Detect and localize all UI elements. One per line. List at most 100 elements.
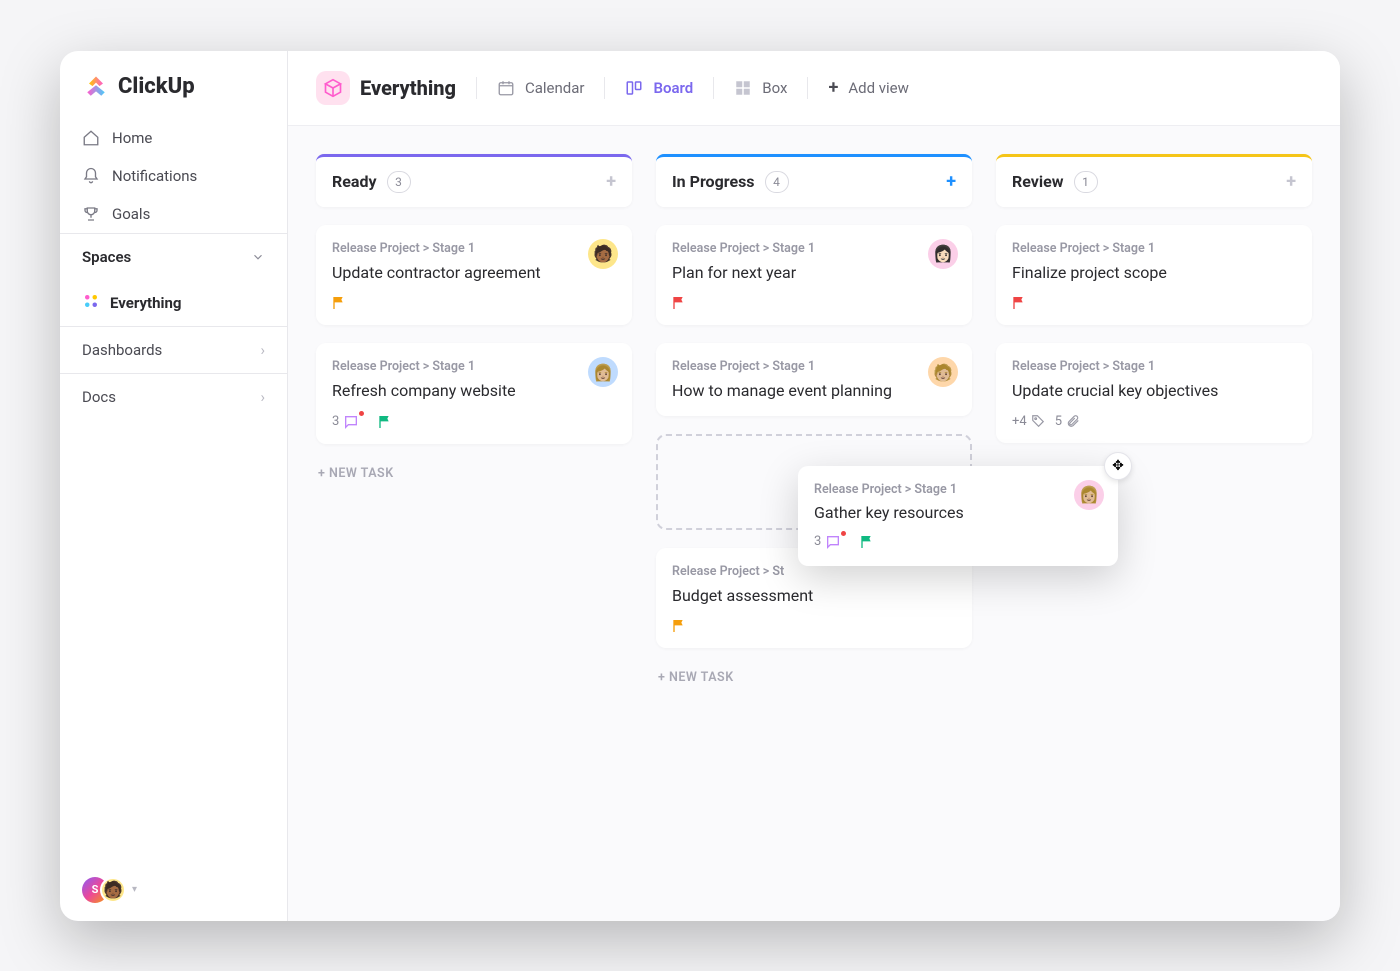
- nav-goals[interactable]: Goals: [60, 195, 287, 233]
- sidebar-item-label: Docs: [82, 388, 116, 406]
- task-card[interactable]: Release Project > Stage 1 Refresh compan…: [316, 343, 632, 444]
- column-ready: Ready 3 + Release Project > Stage 1 Upda…: [316, 154, 632, 893]
- flag-icon: [860, 534, 876, 550]
- topbar: Everything Calendar Board Box + Add view: [288, 51, 1340, 126]
- separator: [713, 77, 714, 99]
- sidebar-item-dashboards[interactable]: Dashboards ›: [60, 326, 287, 373]
- unread-dot: [359, 411, 364, 416]
- assignee-avatar[interactable]: 🧑🏼: [928, 357, 958, 387]
- box-icon: [734, 79, 752, 97]
- tab-label: Board: [653, 79, 693, 97]
- nav-label: Home: [112, 129, 152, 147]
- nav-label: Goals: [112, 205, 150, 223]
- attachments-count[interactable]: 5: [1055, 414, 1080, 429]
- column-count: 4: [765, 171, 789, 193]
- add-card-button[interactable]: +: [606, 171, 616, 192]
- nav-notifications[interactable]: Notifications: [60, 157, 287, 195]
- comments-count[interactable]: 3: [814, 534, 850, 550]
- view-title[interactable]: Everything: [316, 67, 456, 109]
- trophy-icon: [82, 205, 100, 223]
- add-card-button[interactable]: +: [946, 171, 956, 192]
- flag-icon: [672, 618, 688, 634]
- column-title: Review: [1012, 172, 1064, 191]
- new-task-button[interactable]: + NEW TASK: [656, 666, 972, 689]
- flag-icon: [672, 295, 688, 311]
- dragging-card[interactable]: ✥ Release Project > Stage 1 Gather key r…: [798, 466, 1118, 566]
- tags-count[interactable]: +4: [1012, 414, 1045, 429]
- card-title: Refresh company website: [332, 380, 616, 402]
- card-title: How to manage event planning: [672, 380, 956, 402]
- bell-icon: [82, 167, 100, 185]
- column-header[interactable]: Review 1 +: [996, 154, 1312, 207]
- assignee-avatar[interactable]: 👩🏼: [588, 357, 618, 387]
- sidebar-item-everything[interactable]: Everything: [60, 280, 287, 326]
- brand-name: ClickUp: [118, 74, 195, 99]
- assignee-avatar[interactable]: 👩🏼: [1074, 480, 1104, 510]
- assignee-avatar[interactable]: 🧑🏾: [588, 239, 618, 269]
- card-title: Plan for next year: [672, 262, 956, 284]
- task-card[interactable]: Release Project > Stage 1 Finalize proje…: [996, 225, 1312, 326]
- new-task-button[interactable]: + NEW TASK: [316, 462, 632, 485]
- user-menu[interactable]: S 🧑🏾 ▾: [60, 859, 287, 921]
- calendar-icon: [497, 79, 515, 97]
- spaces-section: Spaces Everything: [60, 233, 287, 326]
- tab-label: Calendar: [525, 79, 585, 97]
- plus-icon: +: [828, 77, 838, 98]
- assignee-avatar[interactable]: 👩🏻: [928, 239, 958, 269]
- flag-icon: [378, 414, 394, 430]
- nav-label: Notifications: [112, 167, 197, 185]
- card-breadcrumb: Release Project > Stage 1: [332, 359, 616, 374]
- card-title: Finalize project scope: [1012, 262, 1296, 284]
- column-header[interactable]: In Progress 4 +: [656, 154, 972, 207]
- card-breadcrumb: Release Project > Stage 1: [1012, 241, 1296, 256]
- board: Ready 3 + Release Project > Stage 1 Upda…: [288, 126, 1340, 921]
- chevron-down-icon: [251, 250, 265, 264]
- tab-calendar[interactable]: Calendar: [497, 75, 585, 101]
- main: Everything Calendar Board Box + Add view: [288, 51, 1340, 921]
- logo[interactable]: ClickUp: [60, 51, 287, 119]
- card-title: Update crucial key objectives: [1012, 380, 1296, 402]
- user-avatar: 🧑🏾: [100, 877, 126, 903]
- tab-label: Box: [762, 79, 787, 97]
- task-card[interactable]: Release Project > Stage 1 Update crucial…: [996, 343, 1312, 443]
- comment-icon: [825, 534, 841, 550]
- card-breadcrumb: Release Project > Stage 1: [1012, 359, 1296, 374]
- tab-board[interactable]: Board: [625, 75, 693, 101]
- sidebar: ClickUp Home Notifications Goals Spaces …: [60, 51, 288, 921]
- card-title: Gather key resources: [814, 503, 1102, 522]
- paperclip-icon: [1066, 414, 1080, 428]
- tag-icon: [1031, 414, 1045, 428]
- card-title: Budget assessment: [672, 585, 956, 607]
- column-title: In Progress: [672, 172, 755, 191]
- nav-home[interactable]: Home: [60, 119, 287, 157]
- card-breadcrumb: Release Project > Stage 1: [332, 241, 616, 256]
- separator: [476, 77, 477, 99]
- add-card-button[interactable]: +: [1286, 171, 1296, 192]
- move-handle-icon[interactable]: ✥: [1104, 452, 1132, 480]
- flag-icon: [1012, 295, 1028, 311]
- tab-box[interactable]: Box: [734, 75, 787, 101]
- flag-icon: [332, 295, 348, 311]
- task-card[interactable]: Release Project > Stage 1 How to manage …: [656, 343, 972, 416]
- cube-icon: [316, 71, 350, 105]
- comments-count[interactable]: 3: [332, 414, 368, 430]
- home-icon: [82, 129, 100, 147]
- chevron-right-icon: ›: [260, 388, 265, 406]
- add-view-button[interactable]: + Add view: [828, 73, 908, 102]
- task-card[interactable]: Release Project > Stage 1 Plan for next …: [656, 225, 972, 326]
- grid-icon: [82, 292, 100, 314]
- app-window: ClickUp Home Notifications Goals Spaces …: [60, 51, 1340, 921]
- add-view-label: Add view: [848, 79, 909, 97]
- card-title: Update contractor agreement: [332, 262, 616, 284]
- sidebar-item-docs[interactable]: Docs ›: [60, 373, 287, 420]
- column-count: 3: [387, 171, 411, 193]
- separator: [604, 77, 605, 99]
- view-title-label: Everything: [360, 76, 456, 100]
- column-header[interactable]: Ready 3 +: [316, 154, 632, 207]
- column-count: 1: [1074, 171, 1098, 193]
- task-card[interactable]: Release Project > Stage 1 Update contrac…: [316, 225, 632, 326]
- spaces-header[interactable]: Spaces: [60, 234, 287, 280]
- unread-dot: [841, 531, 846, 536]
- card-breadcrumb: Release Project > Stage 1: [672, 359, 956, 374]
- section-label: Spaces: [82, 248, 131, 266]
